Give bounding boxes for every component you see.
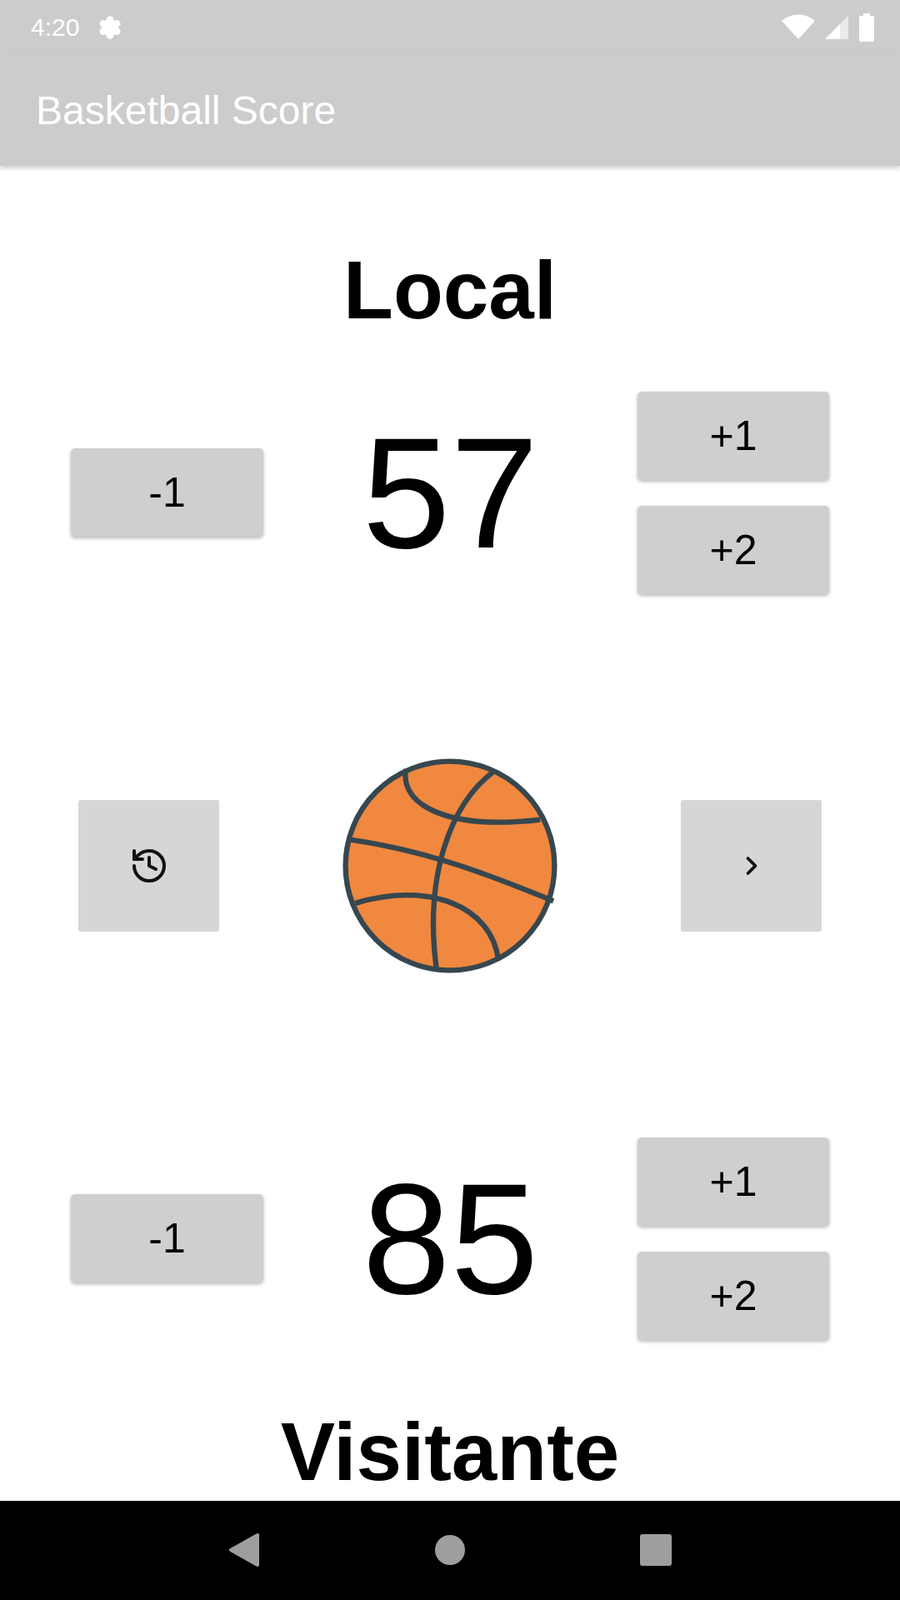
score-row: -157+1+2 (0, 391, 900, 595)
gear-icon (97, 15, 123, 40)
ball (219, 755, 681, 976)
history-button[interactable] (78, 800, 220, 932)
score-row: -185+1+2 (0, 1137, 900, 1340)
team-name: Visitante (0, 1402, 900, 1501)
score: 57 (263, 413, 638, 572)
increment-button[interactable]: +2 (637, 505, 830, 595)
increment-buttons: +1+2 (637, 1137, 830, 1340)
increment-button[interactable]: +2 (637, 1251, 830, 1340)
increment-buttons: +1+2 (637, 391, 830, 595)
increment-button[interactable]: +1 (637, 391, 830, 480)
app-title: Basketball Score (35, 87, 336, 134)
team-name: Local (0, 240, 900, 340)
recents-icon (639, 1533, 673, 1567)
status-bar: 4:20 (0, 0, 900, 55)
recents-button[interactable] (622, 1516, 690, 1584)
home-icon (433, 1533, 467, 1567)
wifi-icon (781, 14, 815, 41)
basketball-icon (340, 755, 560, 976)
app-bar: Basketball Score (0, 55, 900, 166)
status-time: 4:20 (30, 13, 80, 42)
decrement-button[interactable]: -1 (70, 448, 264, 537)
signal-icon (823, 14, 850, 41)
home-button[interactable] (416, 1516, 484, 1584)
score: 85 (263, 1159, 638, 1318)
screen: 4:20Basketball ScoreLocal-157+1+2-185+1+… (0, 0, 900, 1600)
status-icons (781, 13, 875, 42)
back-icon (227, 1532, 261, 1568)
history-icon (129, 845, 170, 886)
chevron-right-icon (736, 850, 767, 881)
increment-button[interactable]: +1 (637, 1137, 830, 1226)
controls-row (0, 755, 900, 976)
next-button[interactable] (680, 800, 822, 932)
battery-icon (858, 13, 875, 42)
scoreboard: Local-157+1+2-185+1+2Visitante (0, 165, 900, 1501)
decrement-button[interactable]: -1 (70, 1194, 264, 1283)
back-button[interactable] (210, 1516, 278, 1584)
navigation-bar (0, 1500, 900, 1600)
